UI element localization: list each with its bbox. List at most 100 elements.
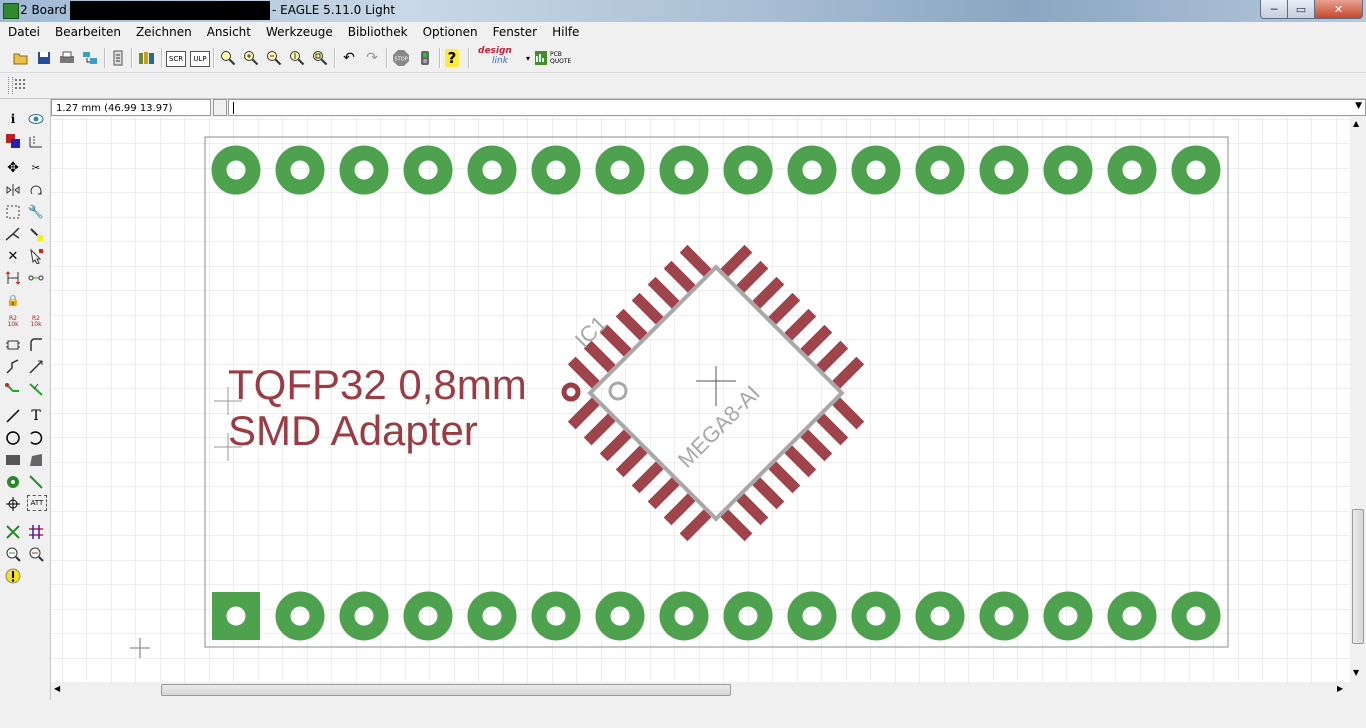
info-icon[interactable]: i <box>4 110 22 128</box>
svg-text:STOP: STOP <box>394 57 407 63</box>
text-icon[interactable]: T <box>27 407 45 425</box>
menu-hilfe[interactable]: Hilfe <box>544 22 586 43</box>
status-bar <box>0 700 1366 728</box>
menu-zeichnen[interactable]: Zeichnen <box>128 22 199 43</box>
board-title-line-1[interactable]: TQFP32 0,8mm <box>228 361 527 408</box>
menu-bibliothek[interactable]: Bibliothek <box>340 22 415 43</box>
menu-datei[interactable]: Datei <box>0 22 47 43</box>
minimize-button[interactable]: ─ <box>1260 0 1288 19</box>
scroll-left-arrow-icon[interactable]: ◀ <box>54 684 60 693</box>
go-icon[interactable] <box>416 49 434 67</box>
display-layers-icon[interactable] <box>4 132 22 150</box>
vertical-scroll-thumb[interactable] <box>1352 509 1364 644</box>
grid-icon[interactable] <box>14 78 28 95</box>
arc-icon[interactable] <box>27 429 45 447</box>
polygon-icon[interactable] <box>27 451 45 469</box>
open-icon[interactable] <box>12 49 30 67</box>
split-icon[interactable] <box>4 225 22 243</box>
redacted-title <box>70 1 270 20</box>
zoom-fit-icon[interactable] <box>219 49 237 67</box>
via-icon[interactable] <box>4 473 22 491</box>
gateswap-icon[interactable] <box>27 269 45 287</box>
command-separator <box>213 99 227 116</box>
route-icon[interactable] <box>4 380 22 398</box>
cam-icon[interactable] <box>81 49 99 67</box>
miter-icon[interactable] <box>27 336 45 354</box>
auto-router-icon[interactable] <box>27 523 45 541</box>
designlink-label-design: design <box>478 46 512 56</box>
title-bar: 2 Board - - EAGLE 5.11.0 Light ─ ▭ ✕ <box>0 0 1366 22</box>
save-icon[interactable] <box>35 49 53 67</box>
move-icon[interactable]: ✥ <box>4 159 22 177</box>
scr-icon[interactable]: SCR <box>166 51 186 67</box>
erc-icon[interactable] <box>4 545 22 563</box>
value-icon[interactable]: R2 10k <box>27 313 45 331</box>
toolbar-grip[interactable] <box>8 77 13 94</box>
horizontal-scroll-thumb[interactable] <box>161 684 731 696</box>
attribute-icon[interactable]: ATT <box>27 495 47 511</box>
delete-icon[interactable]: ✕ <box>4 247 22 265</box>
pinswap-icon[interactable] <box>4 269 22 287</box>
rectangle-icon[interactable] <box>4 451 22 469</box>
board-drawing[interactable]: IC1 MEGA8-AI TQFP32 0,8mm SMD Adapter <box>51 117 1350 682</box>
main-toolbar: SCR ULP ↶ ↷ STOP ? design link ▾ PCB QUO… <box>0 43 1366 73</box>
hole-icon[interactable] <box>4 495 22 513</box>
lock-icon[interactable]: 🔒 <box>4 291 22 309</box>
show-icon[interactable] <box>27 110 45 128</box>
wire-icon[interactable] <box>4 407 22 425</box>
quote-label: QUOTE <box>550 58 572 65</box>
board-title-line-2[interactable]: SMD Adapter <box>228 407 478 454</box>
redo-icon[interactable]: ↷ <box>363 49 381 67</box>
errors-icon[interactable] <box>4 567 22 585</box>
zoom-select-icon[interactable] <box>288 49 306 67</box>
circle-icon[interactable] <box>4 429 22 447</box>
scroll-right-arrow-icon[interactable]: ▶ <box>1337 684 1343 693</box>
menu-werkzeuge[interactable]: Werkzeuge <box>258 22 340 43</box>
ripup-icon[interactable] <box>27 380 45 398</box>
board-canvas[interactable]: IC1 MEGA8-AI TQFP32 0,8mm SMD Adapter <box>51 117 1350 682</box>
split-wire-icon[interactable] <box>4 358 22 376</box>
pcb-quote-icon[interactable]: PCB QUOTE <box>534 49 574 67</box>
horizontal-scrollbar[interactable]: ◀ ▶ <box>51 682 1350 698</box>
command-history-dropdown-icon[interactable]: ▼ <box>1355 101 1362 111</box>
menu-ansicht[interactable]: Ansicht <box>199 22 258 43</box>
vertical-scrollbar[interactable]: ▲ ▼ <box>1350 117 1366 682</box>
group-icon[interactable] <box>4 203 22 221</box>
ratsnest-icon[interactable] <box>4 523 22 541</box>
eagle-app-icon[interactable] <box>3 3 19 19</box>
close-button[interactable]: ✕ <box>1314 0 1363 19</box>
print-icon[interactable] <box>58 49 76 67</box>
menu-bearbeiten[interactable]: Bearbeiten <box>47 22 128 43</box>
change-icon[interactable]: 🔧 <box>27 203 45 221</box>
stop-icon[interactable]: STOP <box>392 49 410 67</box>
command-line-input[interactable]: ▼ <box>228 99 1366 116</box>
mark-icon[interactable] <box>27 132 45 150</box>
ulp-icon[interactable]: ULP <box>190 51 210 67</box>
smash-icon[interactable] <box>4 336 22 354</box>
zoom-in-icon[interactable] <box>242 49 260 67</box>
zoom-window-icon[interactable] <box>311 49 329 67</box>
scroll-down-arrow-icon[interactable]: ▼ <box>1353 668 1359 677</box>
maximize-button[interactable]: ▭ <box>1287 0 1315 19</box>
scroll-up-arrow-icon[interactable]: ▲ <box>1353 119 1359 128</box>
drc-icon[interactable] <box>27 545 45 563</box>
optimize-icon[interactable] <box>27 358 45 376</box>
designlink-dropdown-icon[interactable]: ▾ <box>524 49 532 67</box>
copy-icon[interactable]: ✂ <box>27 159 45 177</box>
script-icon[interactable] <box>109 49 127 67</box>
zoom-out-icon[interactable] <box>265 49 283 67</box>
library-icon[interactable] <box>138 49 156 67</box>
undo-icon[interactable]: ↶ <box>340 49 358 67</box>
signal-icon[interactable] <box>27 473 45 491</box>
parameter-toolbar <box>0 73 1366 99</box>
designlink-icon[interactable]: design link <box>478 46 522 66</box>
help-icon[interactable]: ? <box>445 49 459 67</box>
paste-icon[interactable] <box>27 225 45 243</box>
add-icon[interactable] <box>27 247 45 265</box>
mirror-icon[interactable] <box>4 181 22 199</box>
rotate-icon[interactable] <box>27 181 45 199</box>
menu-optionen[interactable]: Optionen <box>415 22 485 43</box>
menu-fenster[interactable]: Fenster <box>485 22 545 43</box>
window-title-prefix: 2 Board - <box>20 3 75 17</box>
name-icon[interactable]: R2 10k <box>4 313 22 331</box>
